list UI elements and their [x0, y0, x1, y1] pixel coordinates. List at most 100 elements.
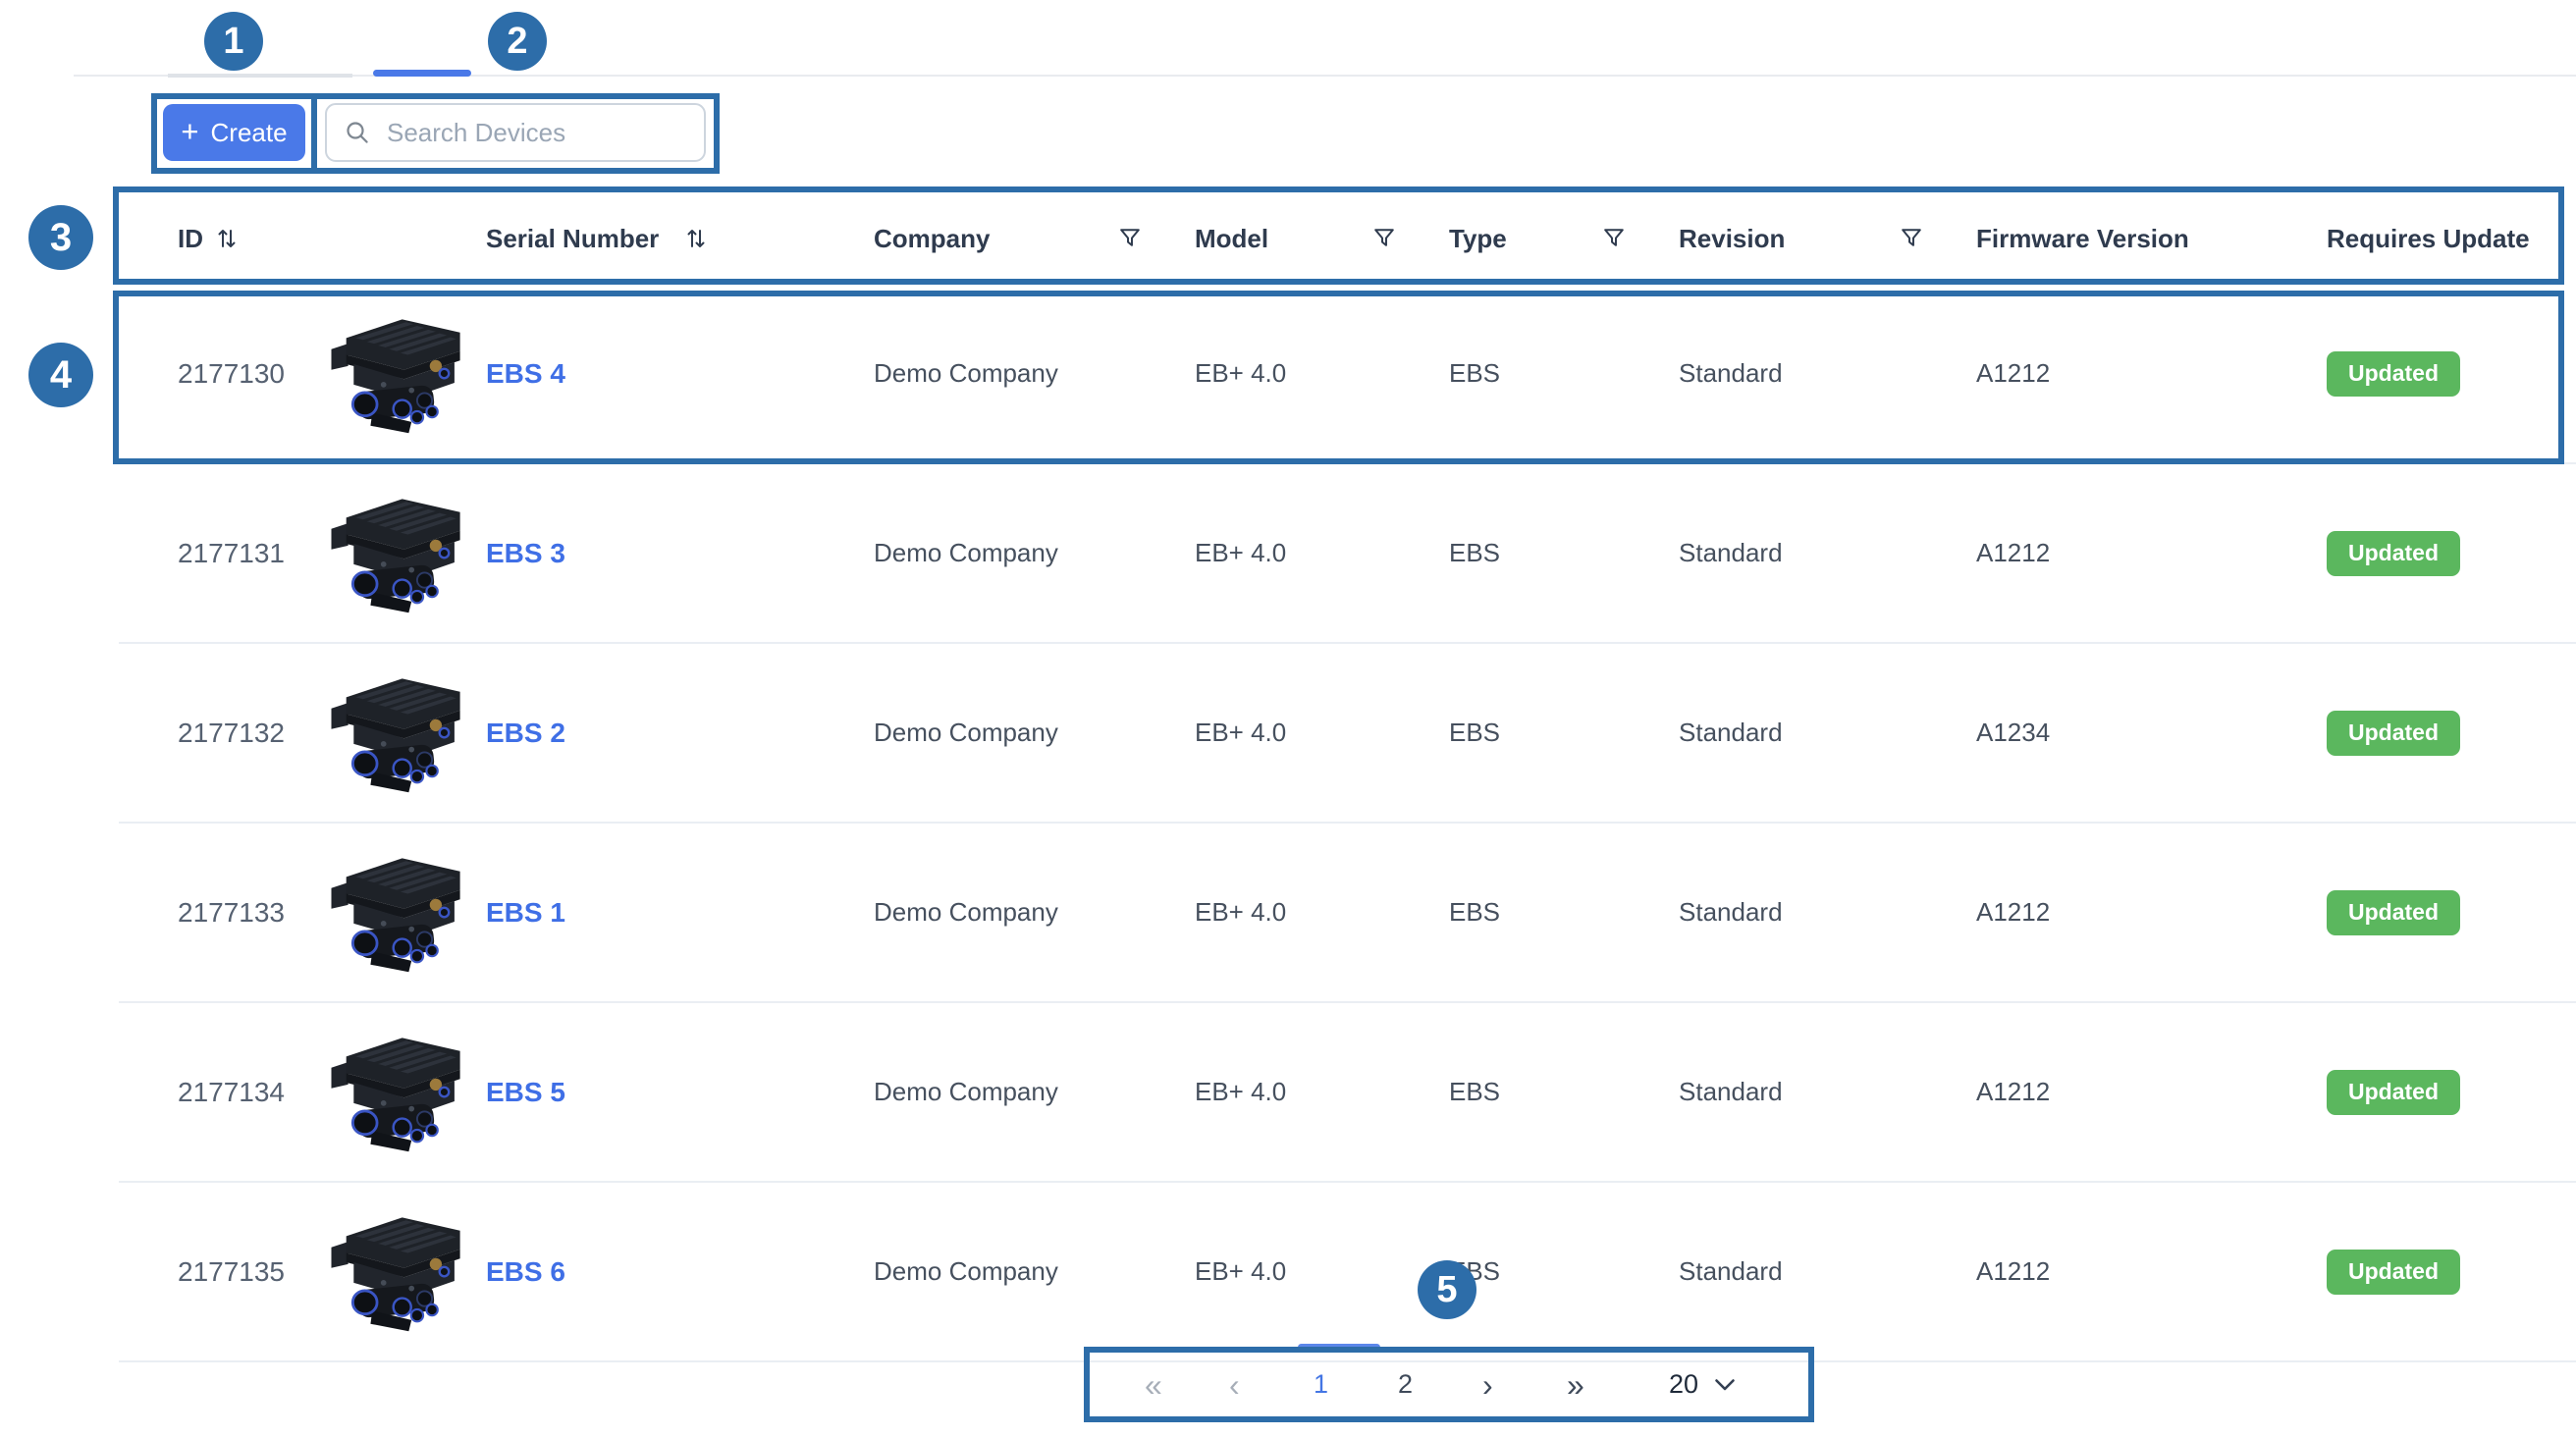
cell-image — [295, 847, 471, 978]
cell-company: Demo Company — [874, 1256, 1195, 1287]
table-row: 2177132 — [119, 644, 2576, 824]
column-header-model: Model — [1195, 224, 1449, 254]
table-row: 2177131 — [119, 464, 2576, 644]
annotation-step-1: 1 — [204, 12, 263, 71]
serial-number-link[interactable]: EBS 2 — [486, 718, 565, 749]
cell-model: EB+ 4.0 — [1195, 1256, 1449, 1287]
cell-requires-update: Updated — [2327, 1070, 2576, 1115]
cell-model: EB+ 4.0 — [1195, 718, 1449, 748]
page-size-select[interactable]: 20 — [1663, 1368, 1742, 1401]
cell-type: EBS — [1449, 538, 1679, 568]
cell-firmware: A1212 — [1976, 538, 2327, 568]
column-header-requires-update-label: Requires Update — [2327, 224, 2530, 254]
tab-inactive-indicator — [168, 74, 352, 78]
annotation-step-2: 2 — [488, 12, 547, 71]
column-header-firmware-label: Firmware Version — [1976, 224, 2189, 254]
cell-revision: Standard — [1679, 358, 1976, 389]
column-header-id-label: ID — [178, 224, 203, 254]
table-body: 2177130 — [119, 285, 2576, 1362]
cell-company: Demo Company — [874, 897, 1195, 928]
cell-image — [295, 1027, 471, 1157]
cell-revision: Standard — [1679, 538, 1976, 568]
annotation-step-4: 4 — [28, 343, 93, 407]
cell-type: EBS — [1449, 358, 1679, 389]
cell-serial: EBS 1 — [471, 897, 874, 929]
cell-firmware: A1212 — [1976, 897, 2327, 928]
cell-requires-update: Updated — [2327, 351, 2576, 397]
cell-model: EB+ 4.0 — [1195, 358, 1449, 389]
search-field[interactable] — [325, 103, 706, 162]
page-button-1[interactable]: 1 — [1314, 1369, 1398, 1400]
cell-firmware: A1212 — [1976, 358, 2327, 389]
column-header-id[interactable]: ID — [119, 224, 295, 254]
tab-active-indicator[interactable] — [373, 70, 471, 77]
serial-number-link[interactable]: EBS 5 — [486, 1077, 565, 1108]
devices-table: ID Serial Number — [119, 192, 2576, 1362]
cell-revision: Standard — [1679, 718, 1976, 748]
sort-icon[interactable] — [215, 226, 239, 251]
cell-serial: EBS 2 — [471, 718, 874, 749]
status-badge: Updated — [2327, 890, 2460, 935]
cell-id: 2177133 — [119, 897, 295, 929]
status-badge: Updated — [2327, 1070, 2460, 1115]
chevron-down-icon — [1714, 1378, 1736, 1392]
previous-page-button[interactable]: ‹ — [1229, 1369, 1314, 1401]
column-header-serial-number[interactable]: Serial Number — [471, 224, 874, 254]
cell-serial: EBS 5 — [471, 1077, 874, 1108]
last-page-button[interactable]: » — [1567, 1369, 1651, 1401]
cell-id: 2177135 — [119, 1256, 295, 1288]
table-row: 2177130 — [119, 285, 2576, 464]
serial-number-link[interactable]: EBS 4 — [486, 358, 565, 390]
cell-id: 2177132 — [119, 718, 295, 749]
column-header-revision-label: Revision — [1679, 224, 1785, 254]
annotation-step-3: 3 — [28, 205, 93, 270]
filter-icon[interactable] — [1373, 228, 1395, 249]
column-header-company: Company — [874, 224, 1195, 254]
serial-number-link[interactable]: EBS 3 — [486, 538, 565, 569]
cell-type: EBS — [1449, 897, 1679, 928]
cell-image — [295, 488, 471, 618]
search-input[interactable] — [385, 117, 704, 149]
first-page-button[interactable]: « — [1145, 1369, 1229, 1401]
cell-company: Demo Company — [874, 538, 1195, 568]
plus-icon: + — [181, 116, 198, 146]
cell-revision: Standard — [1679, 897, 1976, 928]
cell-requires-update: Updated — [2327, 890, 2576, 935]
filter-icon[interactable] — [1901, 228, 1922, 249]
column-header-requires-update: Requires Update — [2327, 224, 2576, 254]
cell-company: Demo Company — [874, 718, 1195, 748]
pagination-bar: « ‹ 1 2 › » 20 — [1084, 1347, 1814, 1422]
device-thumbnail — [322, 488, 471, 618]
next-page-button[interactable]: › — [1482, 1369, 1567, 1401]
cell-serial: EBS 6 — [471, 1256, 874, 1288]
cell-company: Demo Company — [874, 1077, 1195, 1107]
cell-id: 2177130 — [119, 358, 295, 390]
cell-requires-update: Updated — [2327, 1250, 2576, 1295]
filter-icon[interactable] — [1119, 228, 1141, 249]
filter-icon[interactable] — [1603, 228, 1625, 249]
cell-requires-update: Updated — [2327, 711, 2576, 756]
page-size-value: 20 — [1669, 1369, 1698, 1400]
device-thumbnail — [322, 308, 471, 439]
status-badge: Updated — [2327, 351, 2460, 397]
annotation-box-toolbar-divider — [311, 93, 317, 174]
cell-model: EB+ 4.0 — [1195, 897, 1449, 928]
column-header-company-label: Company — [874, 224, 990, 254]
sort-icon[interactable] — [684, 226, 708, 251]
table-row: 2177135 — [119, 1183, 2576, 1362]
column-header-type: Type — [1449, 224, 1679, 254]
cell-model: EB+ 4.0 — [1195, 538, 1449, 568]
create-button[interactable]: + Create — [163, 104, 305, 161]
status-badge: Updated — [2327, 531, 2460, 576]
cell-serial: EBS 4 — [471, 358, 874, 390]
table-row: 2177133 — [119, 824, 2576, 1003]
create-button-label: Create — [211, 118, 288, 148]
search-icon — [345, 120, 371, 146]
serial-number-link[interactable]: EBS 1 — [486, 897, 565, 929]
cell-image — [295, 308, 471, 439]
device-thumbnail — [322, 1027, 471, 1157]
cell-model: EB+ 4.0 — [1195, 1077, 1449, 1107]
cell-id: 2177131 — [119, 538, 295, 569]
page-button-2[interactable]: 2 — [1398, 1369, 1482, 1400]
serial-number-link[interactable]: EBS 6 — [486, 1256, 565, 1288]
